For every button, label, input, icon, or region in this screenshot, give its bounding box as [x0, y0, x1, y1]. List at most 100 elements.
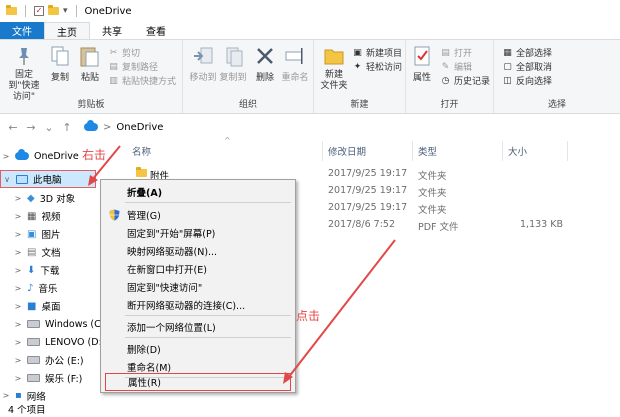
tree-item-drive-c[interactable]: > Windows (C:): [12, 315, 108, 333]
new-group: 新建 文件夹 ▣ 新建项目 ✦ 轻松访问 新建: [314, 40, 406, 113]
tree-item-drive-e[interactable]: > 办公 (E:): [12, 351, 84, 369]
clipboard-group-label: 剪贴板: [77, 100, 105, 110]
copy-button[interactable]: 复制: [48, 44, 72, 83]
menu-item-pin-start[interactable]: 固定到"开始"屏幕(P): [101, 224, 295, 242]
folder-icon: [6, 5, 17, 15]
column-divider[interactable]: [412, 141, 413, 161]
open-icon: ▤: [441, 47, 450, 58]
expand-icon[interactable]: >: [0, 152, 12, 161]
ribbon-tabs: 文件 主页 共享 查看: [0, 22, 620, 39]
expand-icon[interactable]: >: [12, 266, 24, 275]
paste-shortcut-button[interactable]: ▥ 粘贴快捷方式: [108, 74, 176, 88]
edit-button[interactable]: ✎ 编辑: [440, 60, 472, 74]
delete-button[interactable]: 删除: [253, 44, 277, 83]
cut-button[interactable]: ✂ 剪切: [108, 46, 140, 60]
expand-icon[interactable]: >: [12, 338, 24, 347]
copy-to-icon: [221, 44, 245, 68]
expand-icon[interactable]: >: [12, 284, 24, 293]
expand-icon[interactable]: >: [0, 391, 12, 400]
up-button[interactable]: ↑: [58, 121, 76, 134]
column-header-size[interactable]: 大小: [508, 144, 527, 158]
music-icon: ♪: [27, 282, 34, 294]
recent-locations-button[interactable]: ⌄: [40, 121, 58, 134]
tree-item-downloads[interactable]: > ⬇ 下载: [12, 261, 60, 279]
column-header-name[interactable]: 名称: [132, 144, 151, 158]
copy-to-button[interactable]: 复制到: [217, 44, 249, 83]
tree-item-network[interactable]: > ▪ 网络: [0, 390, 46, 401]
expanded-icon[interactable]: ∨: [1, 175, 13, 184]
column-divider[interactable]: [322, 141, 323, 161]
expand-icon[interactable]: >: [12, 374, 24, 383]
properties-check-icon[interactable]: ✓: [34, 6, 44, 16]
select-all-icon: ▦: [503, 47, 512, 58]
tree-item-drive-f[interactable]: > 娱乐 (F:): [12, 369, 83, 387]
paste-button[interactable]: 粘贴: [78, 44, 102, 83]
new-folder-icon[interactable]: [48, 5, 59, 15]
tree-item-pictures[interactable]: > ▣ 图片: [12, 225, 61, 243]
column-divider[interactable]: [502, 141, 503, 161]
desktop-icon: ■: [27, 300, 37, 312]
tree-item-videos[interactable]: > ▦ 视频: [12, 207, 61, 225]
expand-icon[interactable]: >: [12, 212, 24, 221]
title-bar: ✓ ▾ OneDrive: [0, 0, 620, 22]
uac-shield-icon: [109, 209, 120, 221]
forward-button[interactable]: →: [22, 121, 40, 134]
invert-selection-button[interactable]: ◫ 反向选择: [502, 74, 552, 88]
menu-item-manage[interactable]: 管理(G): [101, 206, 295, 224]
rename-button[interactable]: 重命名: [279, 44, 311, 83]
expand-icon[interactable]: >: [12, 356, 24, 365]
picture-icon: ▣: [27, 228, 37, 240]
expand-icon[interactable]: >: [12, 302, 24, 311]
quick-access-toolbar: ✓ ▾: [6, 5, 81, 17]
menu-item-open-new-window[interactable]: 在新窗口中打开(E): [101, 260, 295, 278]
tab-file[interactable]: 文件: [0, 22, 44, 39]
menu-item-add-network-location[interactable]: 添加一个网络位置(L): [101, 318, 295, 336]
onedrive-cloud-icon: [84, 120, 98, 131]
expand-icon[interactable]: >: [12, 194, 24, 203]
menu-item-properties[interactable]: 属性(R): [105, 373, 291, 391]
new-folder-button[interactable]: 新建 文件夹: [318, 44, 350, 92]
select-all-button[interactable]: ▦ 全部选择: [502, 46, 552, 60]
tree-item-drive-d[interactable]: > LENOVO (D:): [12, 333, 106, 351]
menu-item-delete[interactable]: 删除(D): [101, 340, 295, 358]
menu-item-disconnect-drive[interactable]: 断开网络驱动器的连接(C)...: [101, 296, 295, 314]
divider: [25, 5, 26, 17]
tree-item-this-pc[interactable]: ∨ 此电脑: [0, 170, 96, 188]
new-item-button[interactable]: ▣ 新建项目: [352, 46, 402, 60]
tree-item-3d-objects[interactable]: > ◆ 3D 对象: [12, 189, 75, 207]
column-header-type[interactable]: 类型: [418, 144, 437, 158]
tab-view[interactable]: 查看: [134, 22, 178, 39]
properties-button[interactable]: 属性: [410, 44, 434, 83]
open-button[interactable]: ▤ 打开: [440, 46, 472, 60]
breadcrumb-onedrive[interactable]: OneDrive: [116, 122, 163, 133]
expand-icon[interactable]: >: [12, 320, 24, 329]
select-none-button[interactable]: ▢ 全部取消: [502, 60, 552, 74]
column-divider[interactable]: [567, 141, 568, 161]
pin-quick-access-button[interactable]: 固定到"快速访问": [6, 44, 42, 103]
customize-quick-access-icon[interactable]: ▾: [63, 6, 68, 16]
tree-item-onedrive[interactable]: > OneDrive: [0, 147, 79, 165]
column-header-modified[interactable]: 修改日期: [328, 144, 366, 158]
tab-share[interactable]: 共享: [90, 22, 134, 39]
ribbon: 固定到"快速访问" 复制 粘贴 ✂剪切 ▤复制路径 ▥粘贴快捷方式 剪贴板: [0, 39, 620, 114]
expand-icon[interactable]: >: [12, 248, 24, 257]
video-icon: ▦: [27, 210, 37, 222]
menu-item-collapse[interactable]: 折叠(A): [101, 183, 295, 201]
paste-shortcut-icon: ▥: [109, 75, 118, 86]
move-to-button[interactable]: 移动到: [187, 44, 219, 83]
copy-path-button[interactable]: ▤ 复制路径: [108, 60, 158, 74]
drive-icon: [27, 356, 40, 364]
address-input[interactable]: > OneDrive: [84, 118, 614, 136]
tree-item-desktop[interactable]: > ■ 桌面: [12, 297, 61, 315]
tab-home[interactable]: 主页: [44, 22, 90, 39]
tree-item-documents[interactable]: > ▤ 文档: [12, 243, 61, 261]
pin-icon: [12, 44, 36, 68]
expand-icon[interactable]: >: [12, 230, 24, 239]
back-button[interactable]: ←: [4, 121, 22, 134]
menu-item-pin-quick-access[interactable]: 固定到"快速访问": [101, 278, 295, 296]
tree-item-music[interactable]: > ♪ 音乐: [12, 279, 58, 297]
easy-access-button[interactable]: ✦ 轻松访问: [352, 60, 402, 74]
menu-item-map-network-drive[interactable]: 映射网络驱动器(N)...: [101, 242, 295, 260]
history-button[interactable]: ◷ 历史记录: [440, 74, 490, 88]
new-group-label: 新建: [350, 100, 369, 110]
